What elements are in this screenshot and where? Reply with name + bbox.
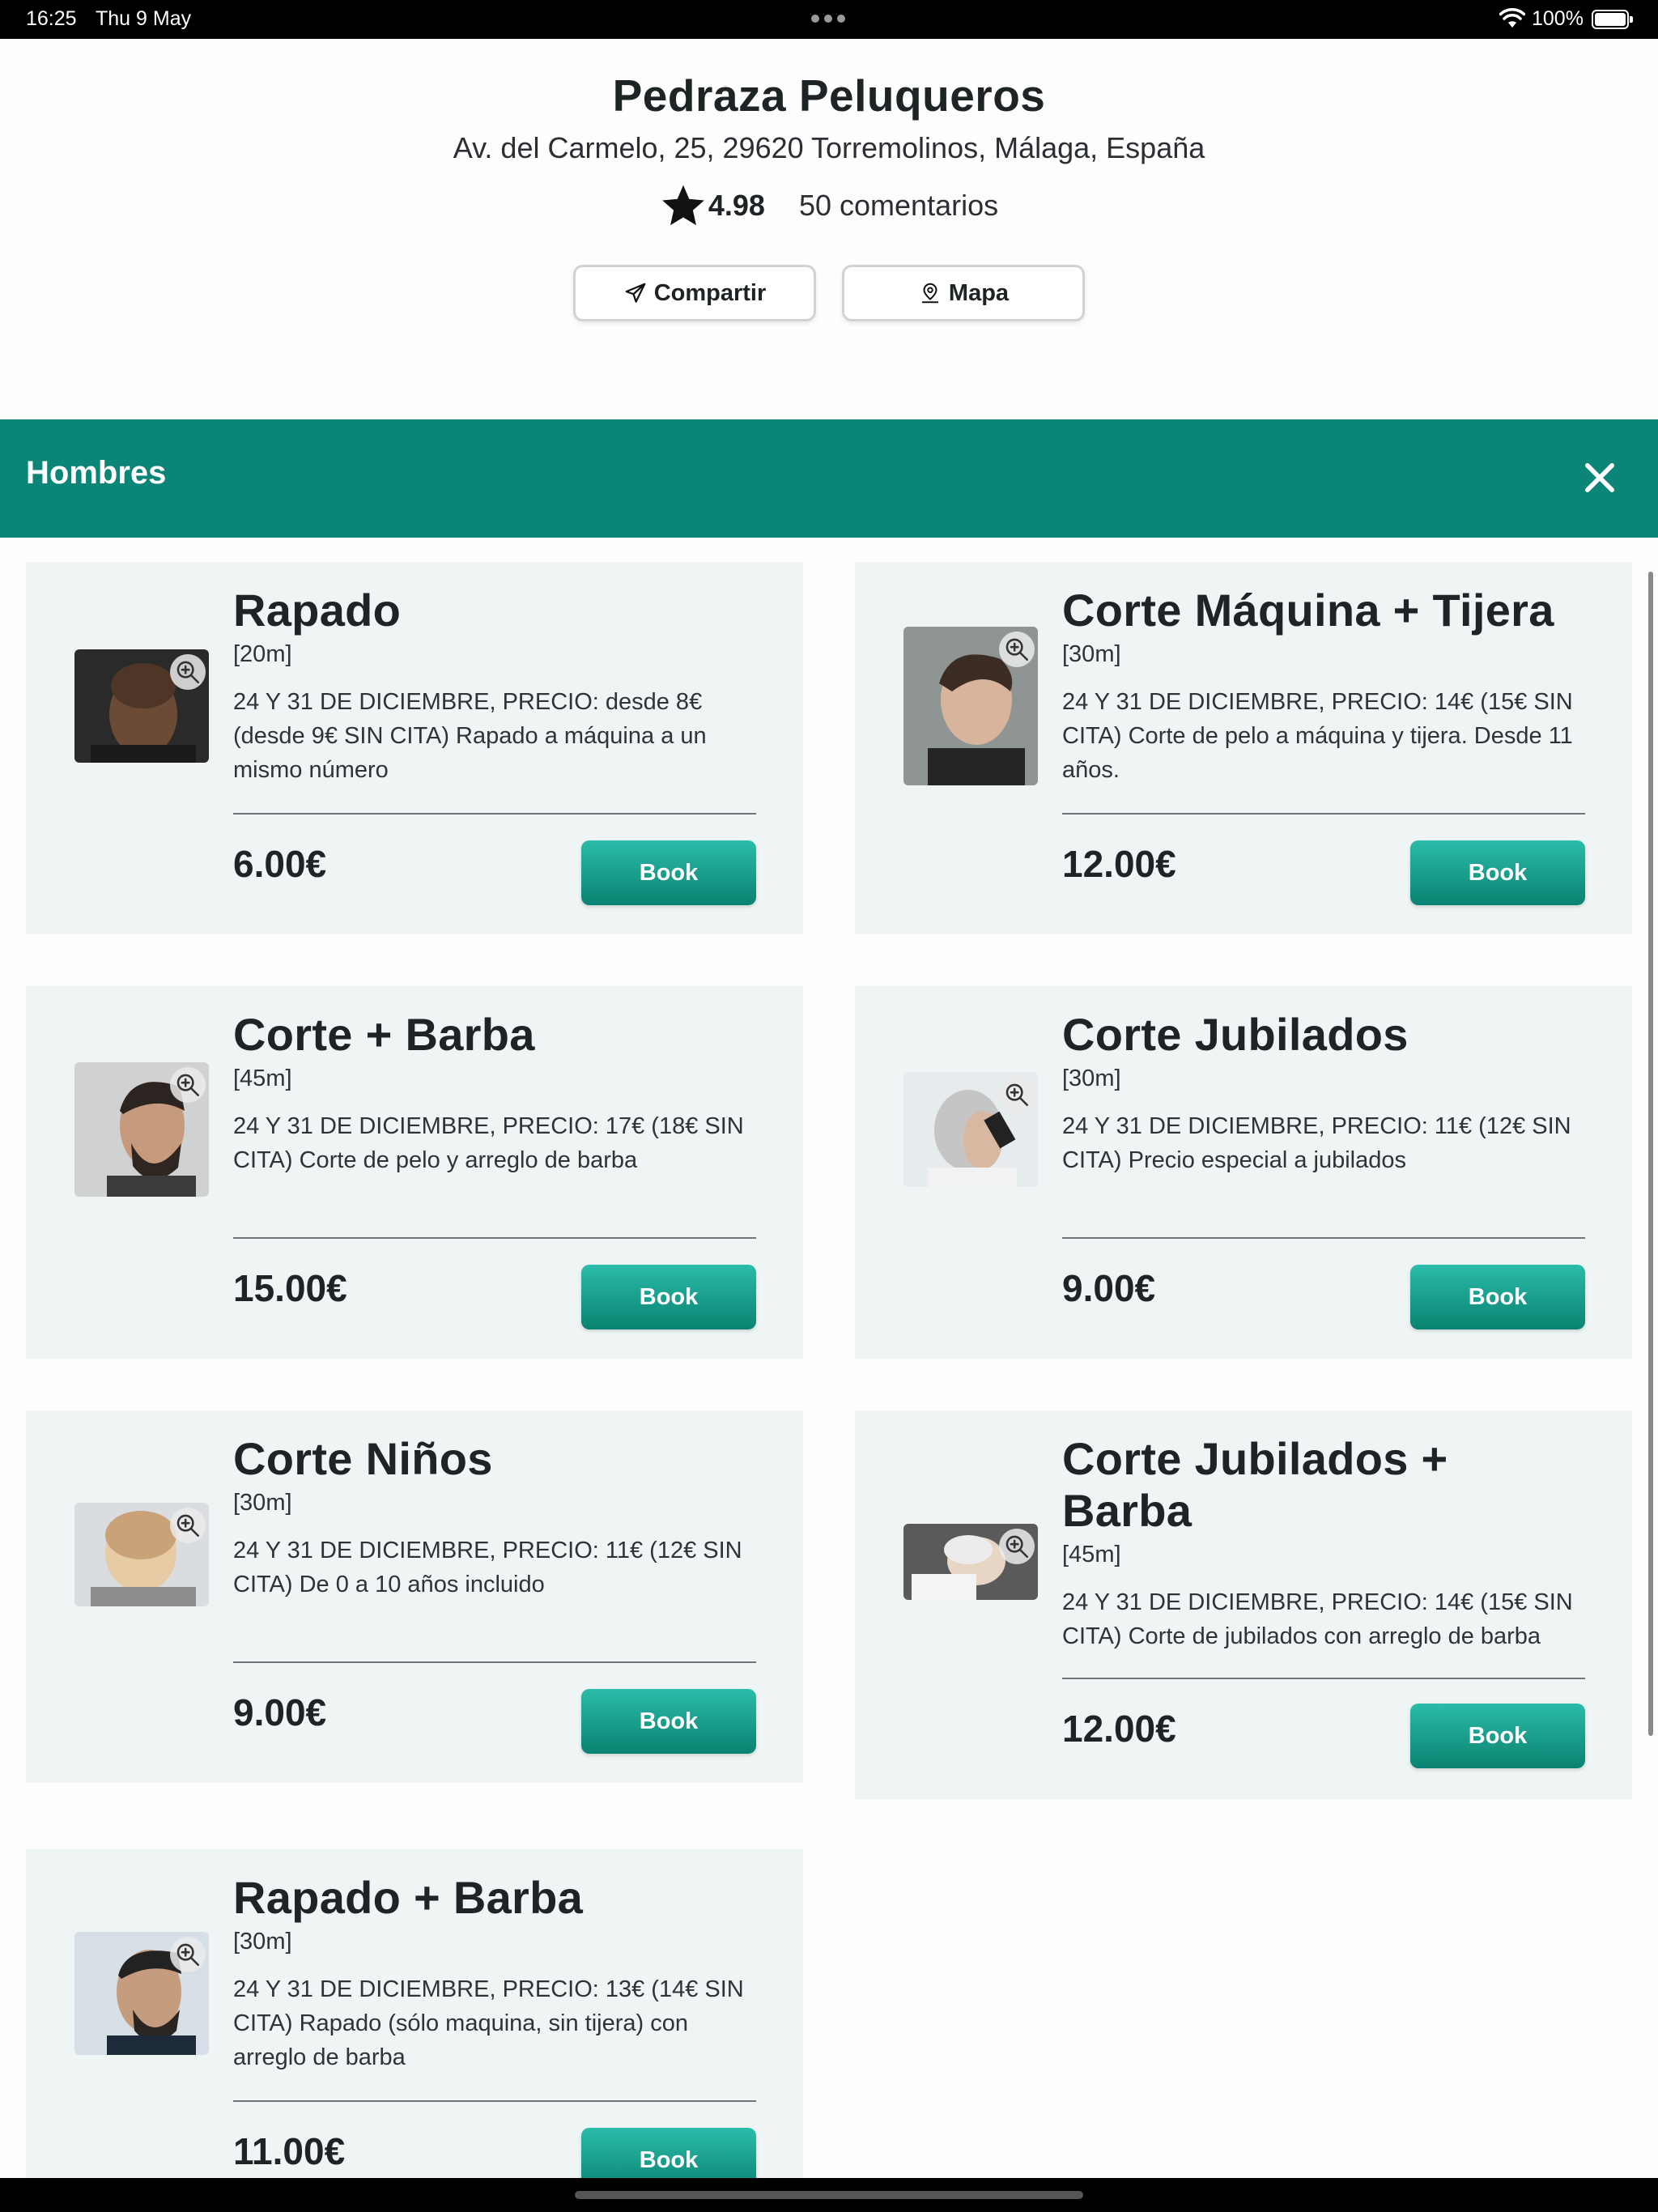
service-thumbnail[interactable] [903, 627, 1038, 785]
service-price: 9.00€ [233, 1691, 327, 1733]
service-card: Corte Máquina + Tijera [30m] 24 Y 31 DE … [855, 562, 1632, 934]
service-thumbnail[interactable] [74, 649, 209, 763]
service-card: Corte + Barba [45m] 24 Y 31 DE DICIEMBRE… [26, 986, 803, 1359]
service-description: 24 Y 31 DE DICIEMBRE, PRECIO: 14€ (15€ S… [1062, 1589, 1573, 1649]
header-actions: Compartir Mapa [573, 265, 1085, 321]
close-icon[interactable] [1579, 457, 1621, 499]
send-icon [625, 283, 646, 303]
book-button[interactable]: Book [581, 1689, 756, 1754]
zoom-in-icon[interactable] [170, 1067, 206, 1103]
divider [233, 813, 756, 815]
service-duration: [30m] [233, 1929, 292, 1955]
service-duration: [45m] [233, 1066, 292, 1091]
book-button[interactable]: Book [581, 1265, 756, 1329]
zoom-in-icon[interactable] [170, 1937, 206, 1972]
star-icon [662, 185, 704, 226]
battery-percent: 100% [1532, 7, 1584, 30]
divider [1062, 813, 1585, 815]
service-thumbnail[interactable] [903, 1524, 1038, 1600]
service-title: Corte + Barba [233, 1009, 535, 1060]
service-thumbnail[interactable] [74, 1062, 209, 1197]
share-button-label: Compartir [653, 279, 767, 306]
service-duration: [45m] [1062, 1542, 1121, 1568]
multitasking-dots-icon[interactable] [811, 15, 845, 23]
map-pin-icon [921, 283, 938, 304]
map-button-label: Mapa [948, 279, 1010, 306]
service-description: 24 Y 31 DE DICIEMBRE, PRECIO: 11€ (12€ S… [1062, 1113, 1571, 1173]
service-title: Corte Jubilados [1062, 1009, 1409, 1060]
divider [1062, 1237, 1585, 1239]
divider [1062, 1678, 1585, 1679]
service-price: 15.00€ [233, 1267, 347, 1309]
service-card: Corte Jubilados [30m] 24 Y 31 DE DICIEMB… [855, 986, 1632, 1359]
divider [233, 1237, 756, 1239]
service-title: Corte Jubilados + Barba [1062, 1433, 1448, 1536]
service-price: 11.00€ [233, 2130, 346, 2172]
rating-score: 4.98 [708, 189, 765, 222]
service-thumbnail[interactable] [903, 1072, 1038, 1187]
service-price: 6.00€ [233, 843, 327, 885]
status-time: 16:25 [26, 7, 77, 30]
reviews-link[interactable]: 50 comentarios [799, 189, 998, 223]
service-duration: [30m] [1062, 1066, 1121, 1091]
share-button[interactable]: Compartir [573, 265, 816, 321]
service-price: 12.00€ [1062, 1708, 1176, 1750]
service-duration: [30m] [1062, 641, 1121, 667]
status-date: Thu 9 May [96, 7, 192, 30]
category-header[interactable]: Hombres [0, 419, 1658, 538]
service-price: 12.00€ [1062, 843, 1176, 885]
service-card: Corte Jubilados + Barba [45m] 24 Y 31 DE… [855, 1410, 1632, 1799]
book-button[interactable]: Book [581, 840, 756, 905]
battery-icon [1592, 10, 1633, 29]
service-price: 9.00€ [1062, 1267, 1156, 1309]
service-thumbnail[interactable] [74, 1503, 209, 1606]
home-indicator[interactable] [0, 2178, 1658, 2212]
service-card: Rapado + Barba [30m] 24 Y 31 DE DICIEMBR… [26, 1849, 803, 2178]
service-title: Corte Máquina + Tijera [1062, 585, 1554, 636]
business-name: Pedraza Peluqueros [612, 70, 1046, 121]
service-description: 24 Y 31 DE DICIEMBRE, PRECIO: 11€ (12€ S… [233, 1538, 742, 1597]
wifi-icon [1499, 8, 1525, 28]
service-duration: [20m] [233, 641, 292, 667]
service-duration: [30m] [233, 1490, 292, 1516]
service-description: 24 Y 31 DE DICIEMBRE, PRECIO: 14€ (15€ S… [1062, 689, 1573, 783]
map-button[interactable]: Mapa [842, 265, 1085, 321]
scrollbar[interactable] [1648, 572, 1653, 1736]
zoom-in-icon[interactable] [170, 1508, 206, 1543]
service-description: 24 Y 31 DE DICIEMBRE, PRECIO: 17€ (18€ S… [233, 1113, 744, 1173]
book-button[interactable]: Book [1410, 1265, 1585, 1329]
divider [233, 2100, 756, 2102]
business-address: Av. del Carmelo, 25, 29620 Torremolinos,… [453, 131, 1205, 164]
service-card: Corte Niños [30m] 24 Y 31 DE DICIEMBRE, … [26, 1410, 803, 1783]
book-button[interactable]: Book [1410, 840, 1585, 905]
service-description: 24 Y 31 DE DICIEMBRE, PRECIO: 13€ (14€ S… [233, 1976, 744, 2070]
service-thumbnail[interactable] [74, 1932, 209, 2055]
book-button[interactable]: Book [1410, 1704, 1585, 1768]
zoom-in-icon[interactable] [999, 1077, 1035, 1112]
service-card: Rapado [20m] 24 Y 31 DE DICIEMBRE, PRECI… [26, 562, 803, 934]
status-bar: 16:25 Thu 9 May 100% [0, 0, 1658, 39]
zoom-in-icon[interactable] [999, 632, 1035, 667]
zoom-in-icon[interactable] [999, 1529, 1035, 1564]
zoom-in-icon[interactable] [170, 654, 206, 690]
book-button[interactable]: Book [581, 2128, 756, 2178]
rating-row: 4.98 50 comentarios [0, 182, 1658, 229]
service-title: Rapado + Barba [233, 1872, 584, 1923]
service-title: Rapado [233, 585, 402, 636]
category-title: Hombres [26, 455, 167, 491]
service-title: Corte Niños [233, 1433, 493, 1484]
divider [233, 1661, 756, 1663]
service-description: 24 Y 31 DE DICIEMBRE, PRECIO: desde 8€ (… [233, 689, 707, 783]
